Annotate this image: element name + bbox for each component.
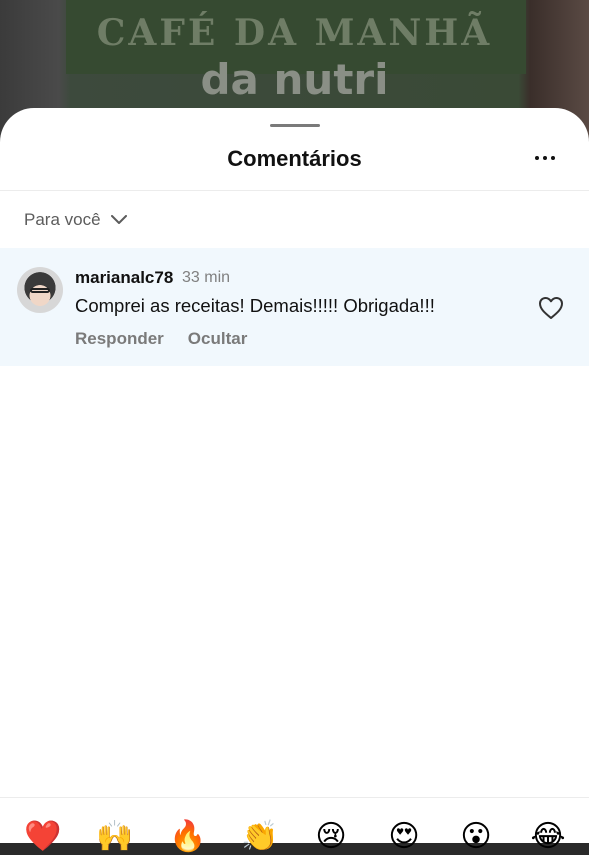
like-comment-button[interactable] <box>538 296 564 320</box>
sort-filter-label: Para você <box>24 210 101 229</box>
comment-item: marianalc78 33 min Comprei as receitas! … <box>0 248 589 366</box>
comment-username[interactable]: marianalc78 <box>75 268 173 288</box>
more-horizontal-icon <box>543 156 547 160</box>
emoji-laughing[interactable]: 😂 <box>530 819 566 855</box>
glasses-detail <box>30 288 50 293</box>
comments-sheet: Comentários Para você marianalc78 33 min… <box>0 108 589 854</box>
emoji-surprised[interactable]: 😮 <box>458 819 494 855</box>
reply-button[interactable]: Responder <box>75 329 164 349</box>
emoji-heart[interactable]: ❤️ <box>24 819 61 855</box>
more-options-button[interactable] <box>530 146 560 170</box>
emoji-heart-eyes[interactable]: 😍 <box>386 819 422 855</box>
comment-actions: Responder Ocultar <box>75 329 247 349</box>
emoji-crying[interactable]: 😢 <box>313 819 349 855</box>
chevron-down-icon <box>110 215 127 224</box>
avatar[interactable] <box>17 267 63 313</box>
emoji-raised-hands[interactable]: 🙌 <box>96 819 133 855</box>
sheet-title: Comentários <box>227 146 362 171</box>
emoji-clap[interactable]: 👏 <box>241 819 278 855</box>
post-subtitle: da nutri <box>200 55 389 104</box>
comment-text: Comprei as receitas! Demais!!!!! Obrigad… <box>75 295 435 316</box>
sheet-grabber[interactable] <box>270 124 320 127</box>
sort-filter-dropdown[interactable]: Para você <box>24 208 127 232</box>
heart-outline-icon <box>539 297 563 319</box>
emoji-quick-bar: ❤️ 🙌 🔥 👏 😢 😍 😮 😂 <box>0 797 589 854</box>
more-horizontal-icon <box>535 156 539 160</box>
hide-button[interactable]: Ocultar <box>188 329 248 349</box>
post-title: CAFÉ DA MANHÃ <box>96 12 493 54</box>
more-horizontal-icon <box>551 156 555 160</box>
comment-timestamp: 33 min <box>182 269 231 286</box>
emoji-fire[interactable]: 🔥 <box>169 819 206 855</box>
header-divider <box>0 190 589 191</box>
